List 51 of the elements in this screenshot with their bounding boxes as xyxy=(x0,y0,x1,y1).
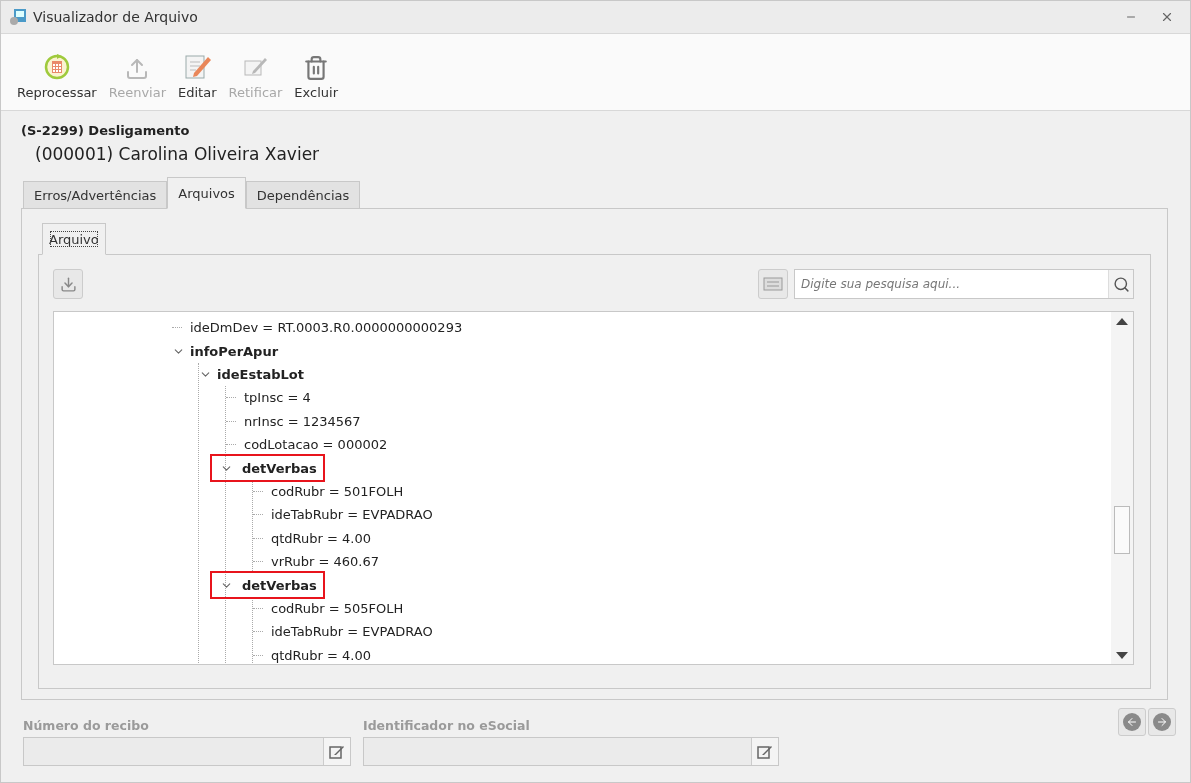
tab[interactable]: Erros/Advertências xyxy=(23,181,168,209)
scroll-thumb[interactable] xyxy=(1114,506,1130,554)
arrow-right-icon xyxy=(1156,716,1168,728)
tree-leaf[interactable]: codRubr = 501FOLH xyxy=(271,483,404,499)
scrollbar[interactable] xyxy=(1111,312,1133,664)
highlighted-node-label[interactable]: detVerbas xyxy=(210,571,325,599)
edit-button[interactable] xyxy=(323,738,350,765)
tree-leaf[interactable]: tpInsc = 4 xyxy=(244,390,311,406)
tab[interactable]: Dependências xyxy=(245,181,361,209)
event-title: (S-2299) Desligamento xyxy=(21,123,191,138)
tree-leaf[interactable]: codLotacao = 000002 xyxy=(244,437,388,453)
field-label: Identificador no eSocial xyxy=(363,718,531,733)
tree-leaf[interactable]: ideTabRubr = EVPADRAO xyxy=(271,624,433,640)
xml-button[interactable] xyxy=(758,269,788,299)
xml-file-icon xyxy=(763,277,783,291)
tree-leaf[interactable]: vrRubr = 460.67 xyxy=(271,554,379,570)
upload-icon xyxy=(125,57,150,81)
tree-node-label[interactable]: infoPerApur xyxy=(190,341,279,362)
scroll-down-icon[interactable] xyxy=(1115,650,1129,660)
arrow-left-icon xyxy=(1126,716,1138,728)
highlighted-node-label[interactable]: detVerbas xyxy=(210,454,325,483)
toolbar-button[interactable]: Editar xyxy=(174,51,221,100)
window-title: Visualizador de Arquivo xyxy=(33,9,199,25)
search-button[interactable] xyxy=(1108,270,1133,298)
tab[interactable]: Arquivo xyxy=(42,223,106,255)
employee-name: (000001) Carolina Oliveira Xavier xyxy=(35,144,321,164)
tree-leaf[interactable]: nrInsc = 1234567 xyxy=(244,413,361,429)
download-icon xyxy=(59,275,77,293)
tree-leaf[interactable]: qtdRubr = 4.00 xyxy=(271,530,371,546)
close-icon xyxy=(1160,10,1174,24)
tree-node-label[interactable]: ideEstabLot xyxy=(217,364,304,385)
pencil-icon xyxy=(329,743,345,760)
tree-leaf[interactable]: qtdRubr = 4.00 xyxy=(271,647,371,663)
tree-leaf[interactable]: ideDmDev = RT.0003.R0.0000000000293 xyxy=(190,320,463,336)
next-button[interactable] xyxy=(1148,708,1176,736)
previous-button[interactable] xyxy=(1118,708,1146,736)
download-button[interactable] xyxy=(53,269,83,299)
tab[interactable]: Arquivos xyxy=(167,177,246,209)
field-label: Número do recibo xyxy=(23,718,150,733)
pencil-icon xyxy=(757,743,773,760)
tree-leaf[interactable]: ideTabRubr = EVPADRAO xyxy=(271,507,433,523)
app-icon xyxy=(9,8,27,26)
scroll-up-icon[interactable] xyxy=(1115,316,1129,326)
toolbar-button[interactable]: Reprocessar xyxy=(13,51,101,100)
toolbar-button[interactable]: Excluir xyxy=(290,55,342,100)
search-icon xyxy=(1112,275,1130,293)
tree-leaf[interactable]: codRubr = 505FOLH xyxy=(271,600,404,616)
search-field[interactable]: Digite sua pesquisa aqui... xyxy=(794,269,1134,299)
text-field[interactable] xyxy=(23,737,351,766)
edit-button[interactable] xyxy=(751,738,778,765)
trash-icon xyxy=(303,55,330,81)
